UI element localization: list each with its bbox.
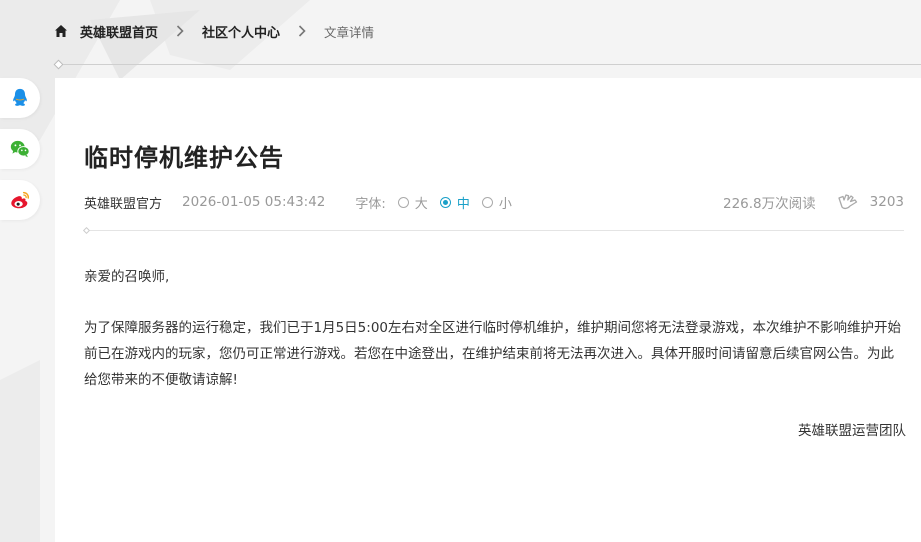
share-weibo-button[interactable]: [0, 180, 40, 220]
breadcrumb-current: 文章详情: [324, 24, 375, 40]
article-date: 2026-01-05 05:43:42: [182, 194, 326, 210]
like-hand-icon[interactable]: [836, 192, 860, 212]
header-divider: [55, 64, 921, 65]
radio-unchecked-icon: [397, 196, 409, 208]
meta-divider: [84, 230, 904, 231]
wechat-icon: [10, 140, 30, 158]
breadcrumb: 英雄联盟首页 社区个人中心 文章详情: [54, 20, 374, 42]
article-card: 临时停机维护公告 英雄联盟官方 2026-01-05 05:43:42 字体: …: [55, 78, 921, 542]
article-signature: 英雄联盟运营团队: [798, 423, 906, 439]
article-title: 临时停机维护公告: [84, 144, 284, 172]
font-size-label: 字体:: [355, 196, 386, 212]
article-paragraph: 为了保障服务器的运行稳定，我们已于1月5日5:00左右对全区进行临时停机维护，维…: [84, 320, 901, 388]
font-size-small-option[interactable]: 小: [481, 193, 512, 212]
font-size-medium-option[interactable]: 中: [439, 193, 470, 212]
breadcrumb-community-link[interactable]: 社区个人中心: [202, 22, 280, 41]
breadcrumb-home-link[interactable]: 英雄联盟首页: [80, 22, 158, 41]
article-stats: 226.8万次阅读 3203: [723, 192, 904, 212]
article-greeting: 亲爱的召唤师,: [84, 269, 170, 285]
chevron-right-icon: [176, 25, 184, 37]
font-size-large-option[interactable]: 大: [397, 193, 428, 212]
weibo-icon: [11, 191, 30, 209]
radio-checked-icon: [439, 196, 451, 208]
qq-icon: [13, 88, 27, 106]
divider-ornament: [82, 226, 91, 235]
article-meta: 英雄联盟官方 2026-01-05 05:43:42 字体: 大 中 小 226…: [84, 192, 904, 212]
chevron-right-icon: [298, 25, 306, 37]
view-count: 226.8万次阅读: [722, 196, 816, 212]
home-icon[interactable]: [54, 24, 68, 38]
share-wechat-button[interactable]: [0, 129, 40, 169]
radio-unchecked-icon: [481, 196, 493, 208]
article-author[interactable]: 英雄联盟官方: [84, 193, 162, 212]
share-bar: [0, 78, 40, 231]
like-count: 3203: [869, 194, 904, 210]
article-body: 亲爱的召唤师, 为了保障服务器的运行稳定，我们已于1月5日5:00左右对全区进行…: [84, 264, 906, 469]
share-qq-button[interactable]: [0, 78, 40, 118]
